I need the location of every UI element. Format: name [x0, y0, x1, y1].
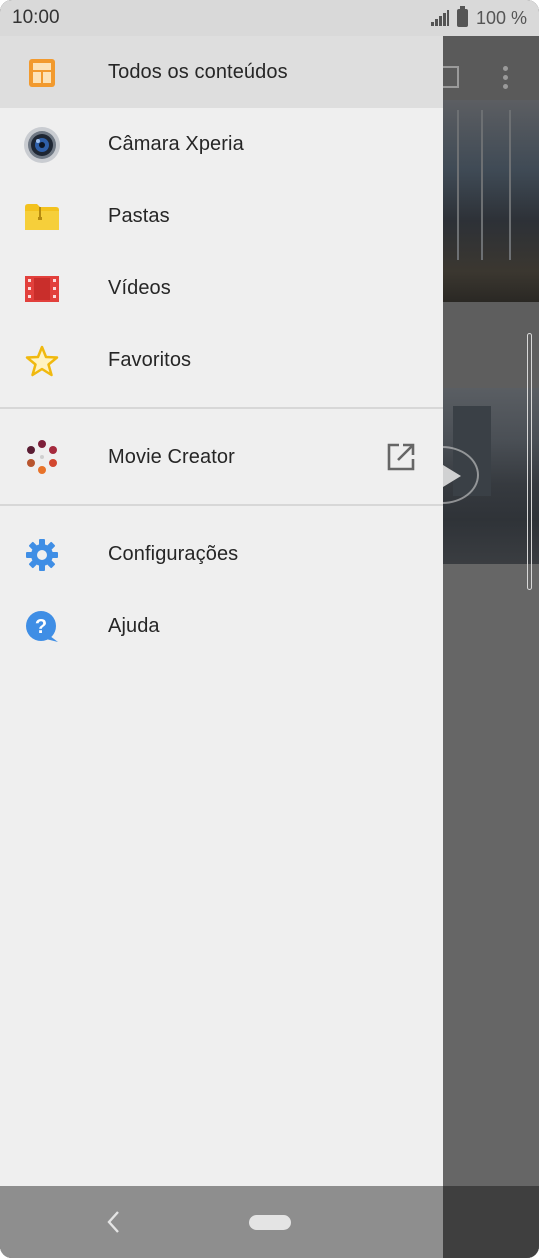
drawer-item-folders[interactable]: Pastas: [0, 180, 443, 252]
movie-creator-icon: [23, 438, 61, 476]
drawer-item-favorites[interactable]: Favoritos: [0, 324, 443, 396]
drawer-item-label: Câmara Xperia: [108, 132, 244, 155]
navigation-bar: [0, 1186, 539, 1258]
drawer-item-videos[interactable]: Vídeos: [0, 252, 443, 324]
drawer-item-label: Favoritos: [108, 348, 192, 371]
camera-icon: [23, 126, 61, 164]
open-external-icon[interactable]: [385, 441, 417, 473]
drawer-divider: [0, 504, 443, 506]
status-bar: 10:00 100 %: [0, 0, 539, 36]
all-content-icon: [23, 54, 61, 92]
drawer-item-label: Movie Creator: [108, 445, 235, 468]
drawer-item-label: Vídeos: [108, 276, 171, 299]
battery-level: 100 %: [475, 7, 527, 28]
drawer-item-label: Ajuda: [108, 614, 160, 637]
drawer-item-help[interactable]: ? Ajuda: [0, 590, 443, 662]
drawer-item-all-content[interactable]: Todos os conteúdos: [0, 36, 443, 108]
drawer-item-label: Todos os conteúdos: [108, 60, 288, 83]
drawer-item-label: Configurações: [108, 542, 239, 565]
phone-screen: 10:00 100 % Todos os conteúdos Câmara Xp…: [0, 0, 539, 1258]
background-section: [443, 302, 539, 388]
help-icon: ?: [23, 608, 61, 646]
drawer-item-settings[interactable]: Configurações: [0, 518, 443, 590]
status-time: 10:00: [12, 7, 60, 28]
background-select-icon: [443, 66, 459, 88]
scrollbar: [527, 333, 532, 590]
background-toolbar: [443, 36, 539, 100]
svg-text:?: ?: [35, 616, 47, 638]
settings-gear-icon: [23, 536, 61, 574]
signal-icon: [430, 10, 449, 26]
navigation-drawer: Todos os conteúdos Câmara Xperia Pastas …: [0, 36, 443, 1186]
home-button[interactable]: [249, 1215, 291, 1230]
background-empty-area: [443, 564, 539, 1258]
drawer-item-camera[interactable]: Câmara Xperia: [0, 108, 443, 180]
drawer-item-label: Pastas: [108, 204, 170, 227]
battery-icon: [456, 6, 468, 27]
folder-icon: [23, 198, 61, 236]
background-photo-marina: [443, 100, 539, 302]
drawer-item-movie-creator[interactable]: Movie Creator: [0, 409, 443, 505]
star-icon: [23, 342, 61, 380]
video-film-icon: [23, 270, 61, 308]
back-icon[interactable]: [100, 1206, 128, 1238]
background-more-icon: [503, 66, 509, 93]
